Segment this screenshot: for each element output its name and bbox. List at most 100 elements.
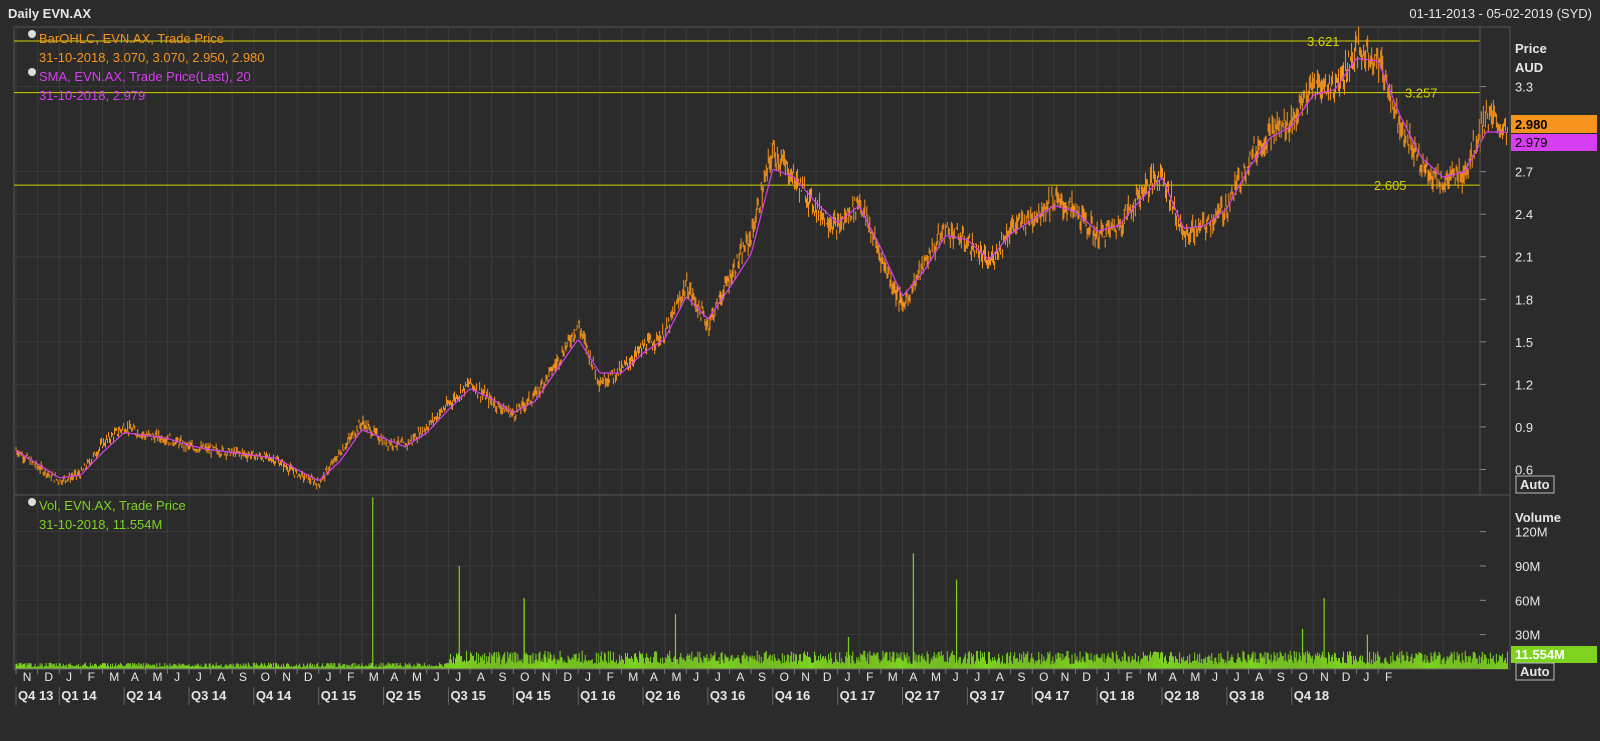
last-volume-value: 11.554M (1515, 647, 1565, 662)
quarter-label: Q1 17 (840, 688, 875, 703)
axis-tick-label: 3.3 (1515, 80, 1533, 95)
legend-title: SMA, EVN.AX, Trade Price(Last), 20 (39, 69, 251, 84)
quarter-label: Q3 18 (1229, 688, 1264, 703)
month-label: N (801, 670, 810, 684)
month-label: M (1147, 670, 1157, 684)
month-label: F (607, 670, 614, 684)
month-label: M (412, 670, 422, 684)
quarter-label: Q3 14 (191, 688, 227, 703)
price-panel[interactable] (13, 26, 1511, 496)
quarter-label: Q4 14 (256, 688, 292, 703)
title-bar: Daily EVN.AX 01-11-2013 - 05-02-2019 (SY… (8, 6, 1592, 21)
axis-tick-label: 30M (1515, 628, 1540, 643)
month-label: A (736, 670, 744, 684)
axis-tick-label: 2.1 (1515, 250, 1533, 265)
legend-title: BarOHLC, EVN.AX, Trade Price (39, 31, 224, 46)
quarter-label: Q3 15 (450, 688, 485, 703)
legend-values: 31-10-2018, 11.554M (39, 517, 162, 532)
month-label: S (1277, 670, 1285, 684)
radio-icon[interactable] (28, 30, 36, 38)
month-label: J (585, 670, 591, 684)
month-label: S (499, 670, 507, 684)
month-label: M (369, 670, 379, 684)
month-label: A (650, 670, 658, 684)
month-label: N (23, 670, 32, 684)
axis-tick-label: 0.6 (1515, 462, 1533, 477)
radio-icon[interactable] (28, 498, 36, 506)
month-label: O (1299, 670, 1308, 684)
month-label: N (1320, 670, 1329, 684)
month-label: D (1342, 670, 1351, 684)
month-label: J (1104, 670, 1110, 684)
volume-last-tag: 11.554M (1511, 646, 1597, 663)
last-price-value: 2.980 (1515, 117, 1548, 132)
axis-tick-label: 0.9 (1515, 420, 1533, 435)
auto-button-label[interactable]: Auto (1520, 664, 1550, 679)
month-label: F (866, 670, 873, 684)
quarter-label: Q2 17 (905, 688, 940, 703)
month-label: F (1385, 670, 1392, 684)
month-label: J (693, 670, 699, 684)
quarter-label: Q2 16 (645, 688, 680, 703)
month-label: J (434, 670, 440, 684)
radio-icon[interactable] (28, 68, 36, 76)
axis-tick-label: 1.5 (1515, 335, 1533, 350)
month-label: J (1212, 670, 1218, 684)
quarter-label: Q1 15 (321, 688, 356, 703)
quarter-label: Q1 14 (61, 688, 97, 703)
axis-tick-label: 2.7 (1515, 165, 1533, 180)
volume-panel[interactable] (13, 494, 1511, 670)
month-label: A (477, 670, 485, 684)
auto-button-label[interactable]: Auto (1520, 477, 1550, 492)
month-label: S (1017, 670, 1025, 684)
month-label: J (715, 670, 721, 684)
quarter-label: Q3 17 (969, 688, 1004, 703)
month-label: J (844, 670, 850, 684)
month-label: A (909, 670, 917, 684)
axis-title: Volume (1515, 510, 1561, 525)
price-auto-button[interactable]: Auto (1515, 475, 1555, 494)
month-label: S (758, 670, 766, 684)
month-label: M (888, 670, 898, 684)
quarter-label: Q4 13 (18, 688, 53, 703)
month-label: J (953, 670, 959, 684)
month-label: N (282, 670, 291, 684)
sma-value: 2.979 (1515, 135, 1548, 150)
month-label: A (1255, 670, 1263, 684)
month-label: A (390, 670, 398, 684)
horizontal-line-label: 3.257 (1405, 86, 1438, 101)
month-label: A (131, 670, 139, 684)
volume-auto-button[interactable]: Auto (1515, 662, 1555, 681)
month-label: M (109, 670, 119, 684)
price-last-tag: 2.980 2.979 (1511, 115, 1597, 151)
quarter-label: Q2 14 (126, 688, 162, 703)
quarter-label: Q2 15 (386, 688, 421, 703)
axis-tick-label: 60M (1515, 593, 1540, 608)
quarter-label: Q4 17 (1034, 688, 1069, 703)
month-label: F (347, 670, 354, 684)
horizontal-line-label: 3.621 (1307, 34, 1340, 49)
month-label: A (996, 670, 1004, 684)
quarter-label: Q1 16 (580, 688, 615, 703)
horizontal-line-label: 2.605 (1374, 178, 1407, 193)
month-label: J (326, 670, 332, 684)
axis-tick-label: 120M (1515, 525, 1548, 540)
month-label: D (823, 670, 832, 684)
month-label: M (153, 670, 163, 684)
month-label: D (1082, 670, 1091, 684)
quarter-label: Q3 16 (710, 688, 745, 703)
month-label: J (196, 670, 202, 684)
time-axis: NDJFMAMJJASONDJFMAMJJASONDJFMAMJJASONDJF… (14, 668, 1480, 705)
month-label: J (974, 670, 980, 684)
quarter-label: Q4 18 (1294, 688, 1329, 703)
month-label: D (304, 670, 313, 684)
month-label: D (44, 670, 53, 684)
legend-title: Vol, EVN.AX, Trade Price (39, 498, 186, 513)
month-label: J (174, 670, 180, 684)
month-label: J (1363, 670, 1369, 684)
axis-tick-label: 90M (1515, 559, 1540, 574)
month-label: J (455, 670, 461, 684)
quarter-label: Q2 18 (1164, 688, 1199, 703)
month-label: N (542, 670, 551, 684)
chart-title: Daily EVN.AX (8, 6, 91, 21)
